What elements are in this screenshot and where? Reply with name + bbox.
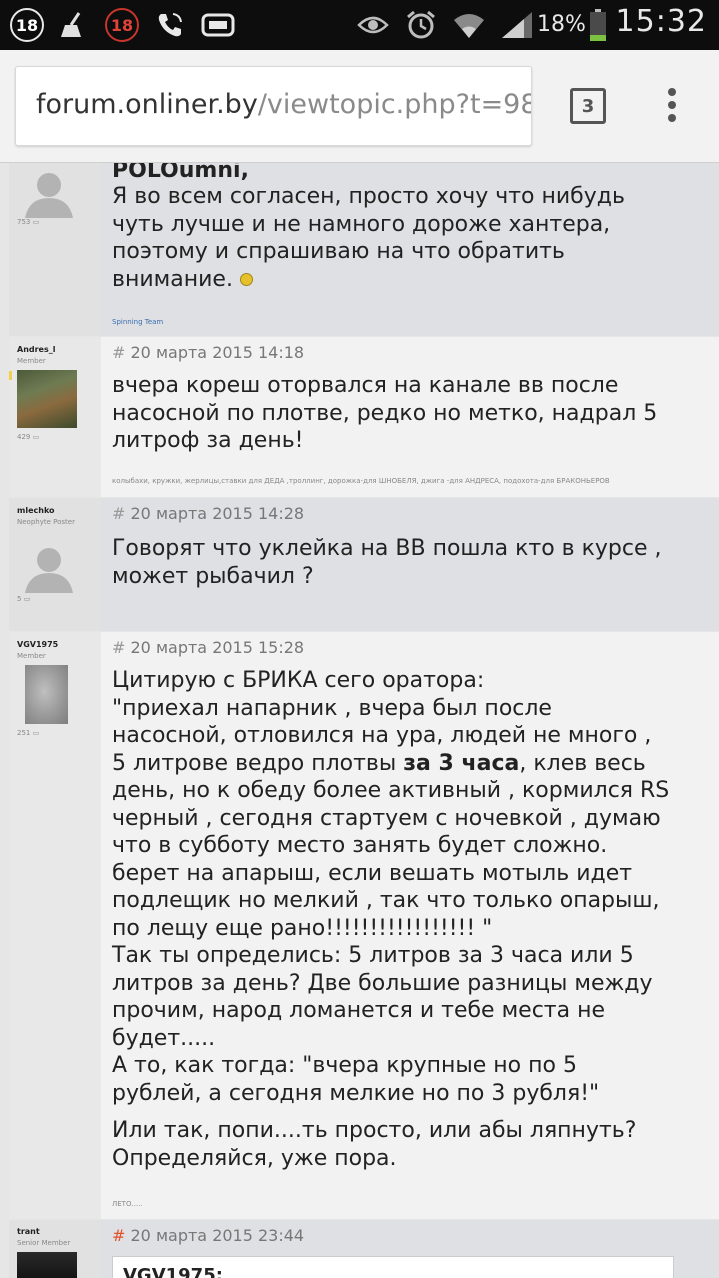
post-signature: ЛЕТО.....: [112, 1200, 143, 1208]
address-bar[interactable]: forum.onliner.by/viewtopic.php?t=98: [15, 66, 532, 146]
default-avatar-icon: [21, 168, 77, 222]
post-body: Цитирую с БРИКА сего оратора: "приехал н…: [112, 667, 672, 1172]
post-date[interactable]: # 20 марта 2015 14:18: [112, 343, 304, 362]
gallery-icon: [198, 0, 238, 50]
post-body: Я во всем согласен, просто хочу что нибу…: [112, 184, 625, 292]
battery-percent: 18%: [537, 12, 586, 37]
phone-icon: [152, 0, 188, 50]
post-count: 251 ▭: [17, 729, 40, 737]
tabs-button[interactable]: 3: [570, 88, 606, 124]
post-author-name[interactable]: mlechko: [17, 506, 55, 515]
wifi-icon: [450, 0, 488, 50]
reply-paragraph: Или так, попи....ть просто, или абы ляпн…: [112, 1118, 637, 1171]
default-avatar-icon: [21, 543, 77, 597]
url-path: /viewtopic.php?t=98: [257, 89, 532, 120]
notification-count: 18: [10, 8, 44, 42]
post-author-panel: mlechko Neophyte Poster 5 ▭: [9, 498, 101, 631]
post-author-name[interactable]: Andres_l: [17, 345, 56, 354]
overflow-menu-icon[interactable]: [666, 88, 678, 128]
post-author-rank: Member: [17, 652, 46, 660]
post-body: вчера кореш оторвался на канале вв после…: [112, 373, 658, 453]
post-date[interactable]: # 20 марта 2015 14:28: [112, 504, 304, 523]
status-bar: 18 18 18% 15:32: [0, 0, 719, 50]
post-date[interactable]: # 20 марта 2015 23:44: [112, 1226, 304, 1245]
post-signature: Spinning Team: [112, 318, 164, 326]
notification-count-red: 18: [105, 8, 139, 42]
quoted-username: POLOumni,: [112, 163, 249, 183]
post-author-panel: VGV1975 Member 251 ▭: [9, 632, 101, 1219]
post-author-rank: Senior Member: [17, 1239, 71, 1247]
notification-badge-icon: 18: [8, 0, 46, 50]
post-signature: колыбахи, кружки, жерлицы,ставки для ДЕД…: [112, 477, 610, 485]
url-domain: forum.onliner.by: [36, 89, 258, 120]
post-author-panel: trant Senior Member: [9, 1220, 101, 1278]
quote-intro: Цитирую с БРИКА сего оратора:: [112, 668, 485, 693]
post-count: 753 ▭: [17, 218, 40, 226]
post-author-panel: 753 ▭: [9, 163, 101, 336]
post-count: 5 ▭: [17, 595, 31, 603]
notification-badge-red-icon: 18: [103, 0, 141, 50]
post-author-name[interactable]: VGV1975: [17, 640, 58, 649]
forum-post: mlechko Neophyte Poster 5 ▭ # 20 марта 2…: [9, 498, 719, 631]
post-count: 429 ▭: [17, 433, 40, 441]
post-author-rank: Neophyte Poster: [17, 518, 75, 526]
post-author-name[interactable]: trant: [17, 1227, 40, 1236]
clock: 15:32: [615, 4, 707, 39]
battery-icon: [586, 0, 610, 50]
alarm-icon: [403, 0, 439, 50]
forum-post: trant Senior Member # 20 марта 2015 23:4…: [9, 1220, 719, 1278]
reply-paragraph: Так ты определись: 5 литров за 3 часа ил…: [112, 943, 653, 1051]
url-text[interactable]: forum.onliner.by/viewtopic.php?t=98: [36, 89, 532, 120]
post-date[interactable]: # 20 марта 2015 15:28: [112, 638, 304, 657]
avatar[interactable]: [17, 1252, 77, 1278]
smiley-icon: [239, 273, 253, 286]
reply-paragraph: А то, как тогда: "вчера крупные но по 5 …: [112, 1053, 600, 1106]
signal-icon: [498, 0, 536, 50]
browser-toolbar: forum.onliner.by/viewtopic.php?t=98 3: [0, 50, 719, 163]
eye-icon: [355, 0, 391, 50]
broom-icon: [56, 0, 90, 50]
quoted-text: "приехал напарник , вчера был после насо…: [112, 695, 670, 941]
post-author-panel: Andres_l Member 429 ▭: [9, 337, 101, 497]
post-author-rank: Member: [17, 357, 46, 365]
forum-post: 753 ▭ POLOumni, Я во всем согласен, прос…: [9, 163, 719, 336]
quote-author: VGV1975:: [123, 1265, 223, 1278]
quote-block: VGV1975:: [112, 1256, 674, 1278]
forum-post: Andres_l Member 429 ▭ # 20 марта 2015 14…: [9, 337, 719, 497]
forum-post: VGV1975 Member 251 ▭ # 20 марта 2015 15:…: [9, 632, 719, 1219]
online-indicator-icon: [9, 371, 12, 380]
post-body: Говорят что уклейка на ВВ пошла кто в ку…: [112, 536, 662, 589]
avatar[interactable]: [17, 370, 77, 428]
avatar[interactable]: [25, 665, 68, 724]
